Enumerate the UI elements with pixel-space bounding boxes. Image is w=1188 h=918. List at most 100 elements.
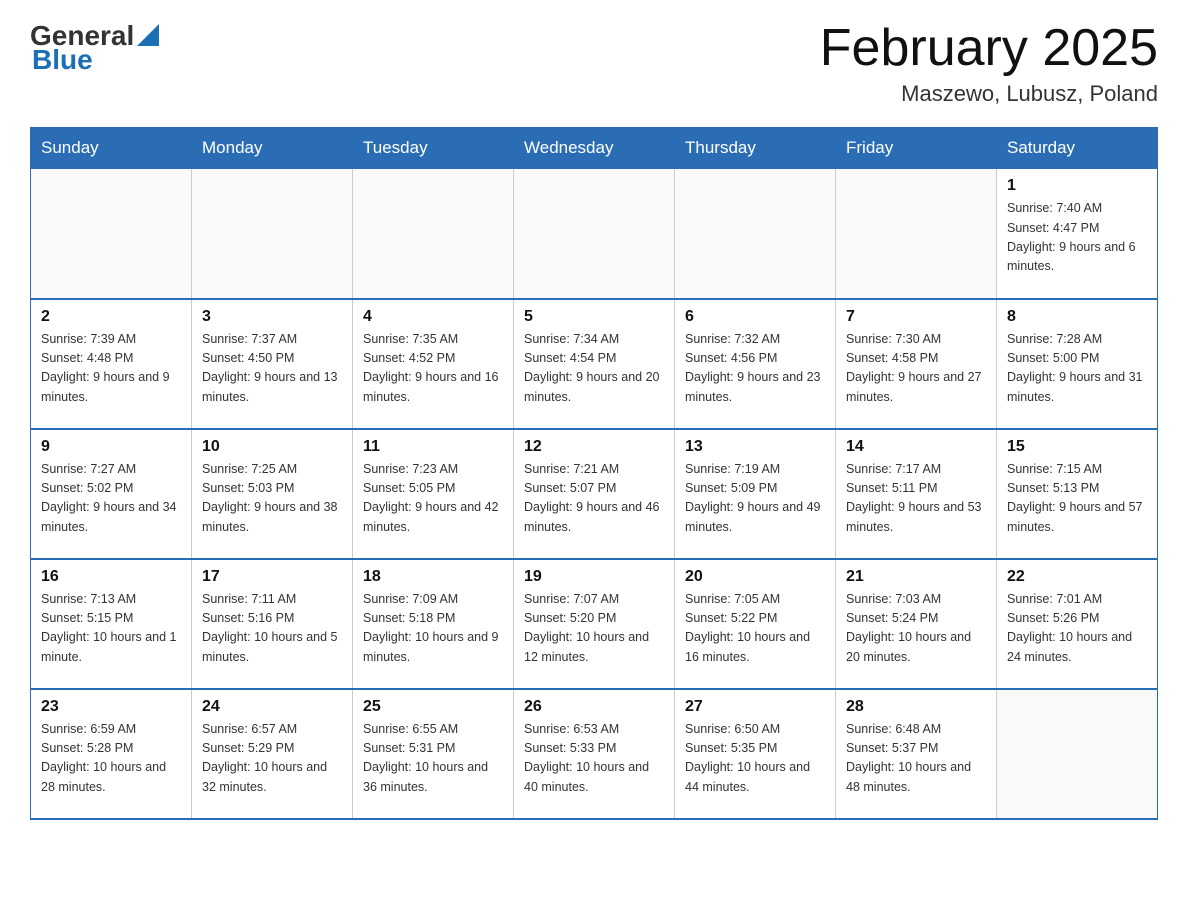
calendar-cell <box>836 169 997 299</box>
weekday-header-monday: Monday <box>192 128 353 169</box>
calendar-cell <box>353 169 514 299</box>
calendar-week-row: 2 Sunrise: 7:39 AMSunset: 4:48 PMDaylight… <box>31 299 1158 429</box>
day-number: 28 <box>846 698 986 716</box>
day-number: 10 <box>202 438 342 456</box>
calendar-cell: 15 Sunrise: 7:15 AMSunset: 5:13 PMDayligh… <box>997 429 1158 559</box>
calendar-cell: 26 Sunrise: 6:53 AMSunset: 5:33 PMDayligh… <box>514 689 675 819</box>
calendar-cell: 27Sunrise: 6:50 AMSunset: 5:35 PMDayligh… <box>675 689 836 819</box>
weekday-header-tuesday: Tuesday <box>353 128 514 169</box>
calendar-cell: 18 Sunrise: 7:09 AMSunset: 5:18 PMDayligh… <box>353 559 514 689</box>
calendar-cell: 4 Sunrise: 7:35 AMSunset: 4:52 PMDaylight… <box>353 299 514 429</box>
day-info: Sunrise: 7:07 AMSunset: 5:20 PMDaylight:… <box>524 590 664 668</box>
day-info: Sunrise: 7:30 AMSunset: 4:58 PMDaylight:… <box>846 330 986 408</box>
day-info: Sunrise: 7:15 AMSunset: 5:13 PMDaylight:… <box>1007 460 1147 538</box>
calendar-cell: 14 Sunrise: 7:17 AMSunset: 5:11 PMDayligh… <box>836 429 997 559</box>
day-info: Sunrise: 7:11 AMSunset: 5:16 PMDaylight:… <box>202 590 342 668</box>
weekday-header-friday: Friday <box>836 128 997 169</box>
calendar-cell <box>675 169 836 299</box>
weekday-header-row: SundayMondayTuesdayWednesdayThursdayFrid… <box>31 128 1158 169</box>
day-number: 24 <box>202 698 342 716</box>
day-info: Sunrise: 7:19 AMSunset: 5:09 PMDaylight:… <box>685 460 825 538</box>
day-info: Sunrise: 7:35 AMSunset: 4:52 PMDaylight:… <box>363 330 503 408</box>
calendar-cell: 24 Sunrise: 6:57 AMSunset: 5:29 PMDayligh… <box>192 689 353 819</box>
day-info: Sunrise: 7:27 AMSunset: 5:02 PMDaylight:… <box>41 460 181 538</box>
calendar-cell <box>192 169 353 299</box>
day-info: Sunrise: 7:25 AMSunset: 5:03 PMDaylight:… <box>202 460 342 538</box>
calendar-cell: 23Sunrise: 6:59 AMSunset: 5:28 PMDayligh… <box>31 689 192 819</box>
day-number: 20 <box>685 568 825 586</box>
day-number: 18 <box>363 568 503 586</box>
calendar-week-row: 1 Sunrise: 7:40 AMSunset: 4:47 PMDaylight… <box>31 169 1158 299</box>
day-info: Sunrise: 7:01 AMSunset: 5:26 PMDaylight:… <box>1007 590 1147 668</box>
calendar-cell: 16Sunrise: 7:13 AMSunset: 5:15 PMDayligh… <box>31 559 192 689</box>
day-number: 11 <box>363 438 503 456</box>
calendar-cell <box>514 169 675 299</box>
calendar-cell: 5 Sunrise: 7:34 AMSunset: 4:54 PMDaylight… <box>514 299 675 429</box>
day-info: Sunrise: 6:55 AMSunset: 5:31 PMDaylight:… <box>363 720 503 798</box>
day-info: Sunrise: 7:37 AMSunset: 4:50 PMDaylight:… <box>202 330 342 408</box>
calendar-cell: 28 Sunrise: 6:48 AMSunset: 5:37 PMDayligh… <box>836 689 997 819</box>
weekday-header-saturday: Saturday <box>997 128 1158 169</box>
title-section: February 2025 Maszewo, Lubusz, Poland <box>820 20 1158 107</box>
day-number: 1 <box>1007 177 1147 195</box>
day-number: 17 <box>202 568 342 586</box>
day-info: Sunrise: 6:57 AMSunset: 5:29 PMDaylight:… <box>202 720 342 798</box>
calendar-cell: 7 Sunrise: 7:30 AMSunset: 4:58 PMDaylight… <box>836 299 997 429</box>
calendar-cell: 17 Sunrise: 7:11 AMSunset: 5:16 PMDayligh… <box>192 559 353 689</box>
day-info: Sunrise: 7:39 AMSunset: 4:48 PMDaylight:… <box>41 330 181 408</box>
calendar-cell: 1 Sunrise: 7:40 AMSunset: 4:47 PMDaylight… <box>997 169 1158 299</box>
calendar-cell: 21 Sunrise: 7:03 AMSunset: 5:24 PMDayligh… <box>836 559 997 689</box>
calendar-cell: 8Sunrise: 7:28 AMSunset: 5:00 PMDaylight… <box>997 299 1158 429</box>
day-info: Sunrise: 7:03 AMSunset: 5:24 PMDaylight:… <box>846 590 986 668</box>
day-info: Sunrise: 7:09 AMSunset: 5:18 PMDaylight:… <box>363 590 503 668</box>
day-info: Sunrise: 7:23 AMSunset: 5:05 PMDaylight:… <box>363 460 503 538</box>
day-info: Sunrise: 7:17 AMSunset: 5:11 PMDaylight:… <box>846 460 986 538</box>
calendar-cell <box>31 169 192 299</box>
day-number: 13 <box>685 438 825 456</box>
calendar-cell: 11 Sunrise: 7:23 AMSunset: 5:05 PMDayligh… <box>353 429 514 559</box>
day-info: Sunrise: 7:40 AMSunset: 4:47 PMDaylight:… <box>1007 199 1147 277</box>
calendar-week-row: 23Sunrise: 6:59 AMSunset: 5:28 PMDayligh… <box>31 689 1158 819</box>
weekday-header-wednesday: Wednesday <box>514 128 675 169</box>
day-info: Sunrise: 7:34 AMSunset: 4:54 PMDaylight:… <box>524 330 664 408</box>
day-number: 4 <box>363 308 503 326</box>
weekday-header-thursday: Thursday <box>675 128 836 169</box>
calendar-cell: 25 Sunrise: 6:55 AMSunset: 5:31 PMDayligh… <box>353 689 514 819</box>
day-number: 26 <box>524 698 664 716</box>
weekday-header-sunday: Sunday <box>31 128 192 169</box>
calendar-week-row: 16Sunrise: 7:13 AMSunset: 5:15 PMDayligh… <box>31 559 1158 689</box>
day-number: 19 <box>524 568 664 586</box>
day-info: Sunrise: 7:28 AMSunset: 5:00 PMDaylight:… <box>1007 330 1147 408</box>
calendar-cell: 6 Sunrise: 7:32 AMSunset: 4:56 PMDaylight… <box>675 299 836 429</box>
calendar-cell: 9 Sunrise: 7:27 AMSunset: 5:02 PMDaylight… <box>31 429 192 559</box>
calendar-cell <box>997 689 1158 819</box>
day-number: 22 <box>1007 568 1147 586</box>
calendar-week-row: 9 Sunrise: 7:27 AMSunset: 5:02 PMDaylight… <box>31 429 1158 559</box>
calendar-cell: 13 Sunrise: 7:19 AMSunset: 5:09 PMDayligh… <box>675 429 836 559</box>
logo-blue-text: Blue <box>32 44 93 76</box>
day-info: Sunrise: 6:48 AMSunset: 5:37 PMDaylight:… <box>846 720 986 798</box>
day-number: 15 <box>1007 438 1147 456</box>
calendar-cell: 22 Sunrise: 7:01 AMSunset: 5:26 PMDayligh… <box>997 559 1158 689</box>
day-number: 25 <box>363 698 503 716</box>
day-number: 2 <box>41 308 181 326</box>
day-info: Sunrise: 6:53 AMSunset: 5:33 PMDaylight:… <box>524 720 664 798</box>
day-info: Sunrise: 7:32 AMSunset: 4:56 PMDaylight:… <box>685 330 825 408</box>
day-number: 7 <box>846 308 986 326</box>
day-info: Sunrise: 6:59 AMSunset: 5:28 PMDaylight:… <box>41 720 181 798</box>
day-number: 6 <box>685 308 825 326</box>
day-number: 9 <box>41 438 181 456</box>
day-info: Sunrise: 6:50 AMSunset: 5:35 PMDaylight:… <box>685 720 825 798</box>
calendar-title: February 2025 <box>820 20 1158 77</box>
logo-triangle-icon <box>137 24 159 46</box>
calendar-table: SundayMondayTuesdayWednesdayThursdayFrid… <box>30 127 1158 820</box>
calendar-cell: 3Sunrise: 7:37 AMSunset: 4:50 PMDaylight… <box>192 299 353 429</box>
page-header: General Blue February 2025 Maszewo, Lubu… <box>30 20 1158 107</box>
calendar-cell: 2 Sunrise: 7:39 AMSunset: 4:48 PMDaylight… <box>31 299 192 429</box>
day-number: 21 <box>846 568 986 586</box>
day-number: 14 <box>846 438 986 456</box>
calendar-cell: 10 Sunrise: 7:25 AMSunset: 5:03 PMDayligh… <box>192 429 353 559</box>
day-info: Sunrise: 7:13 AMSunset: 5:15 PMDaylight:… <box>41 590 181 668</box>
day-info: Sunrise: 7:21 AMSunset: 5:07 PMDaylight:… <box>524 460 664 538</box>
day-number: 5 <box>524 308 664 326</box>
